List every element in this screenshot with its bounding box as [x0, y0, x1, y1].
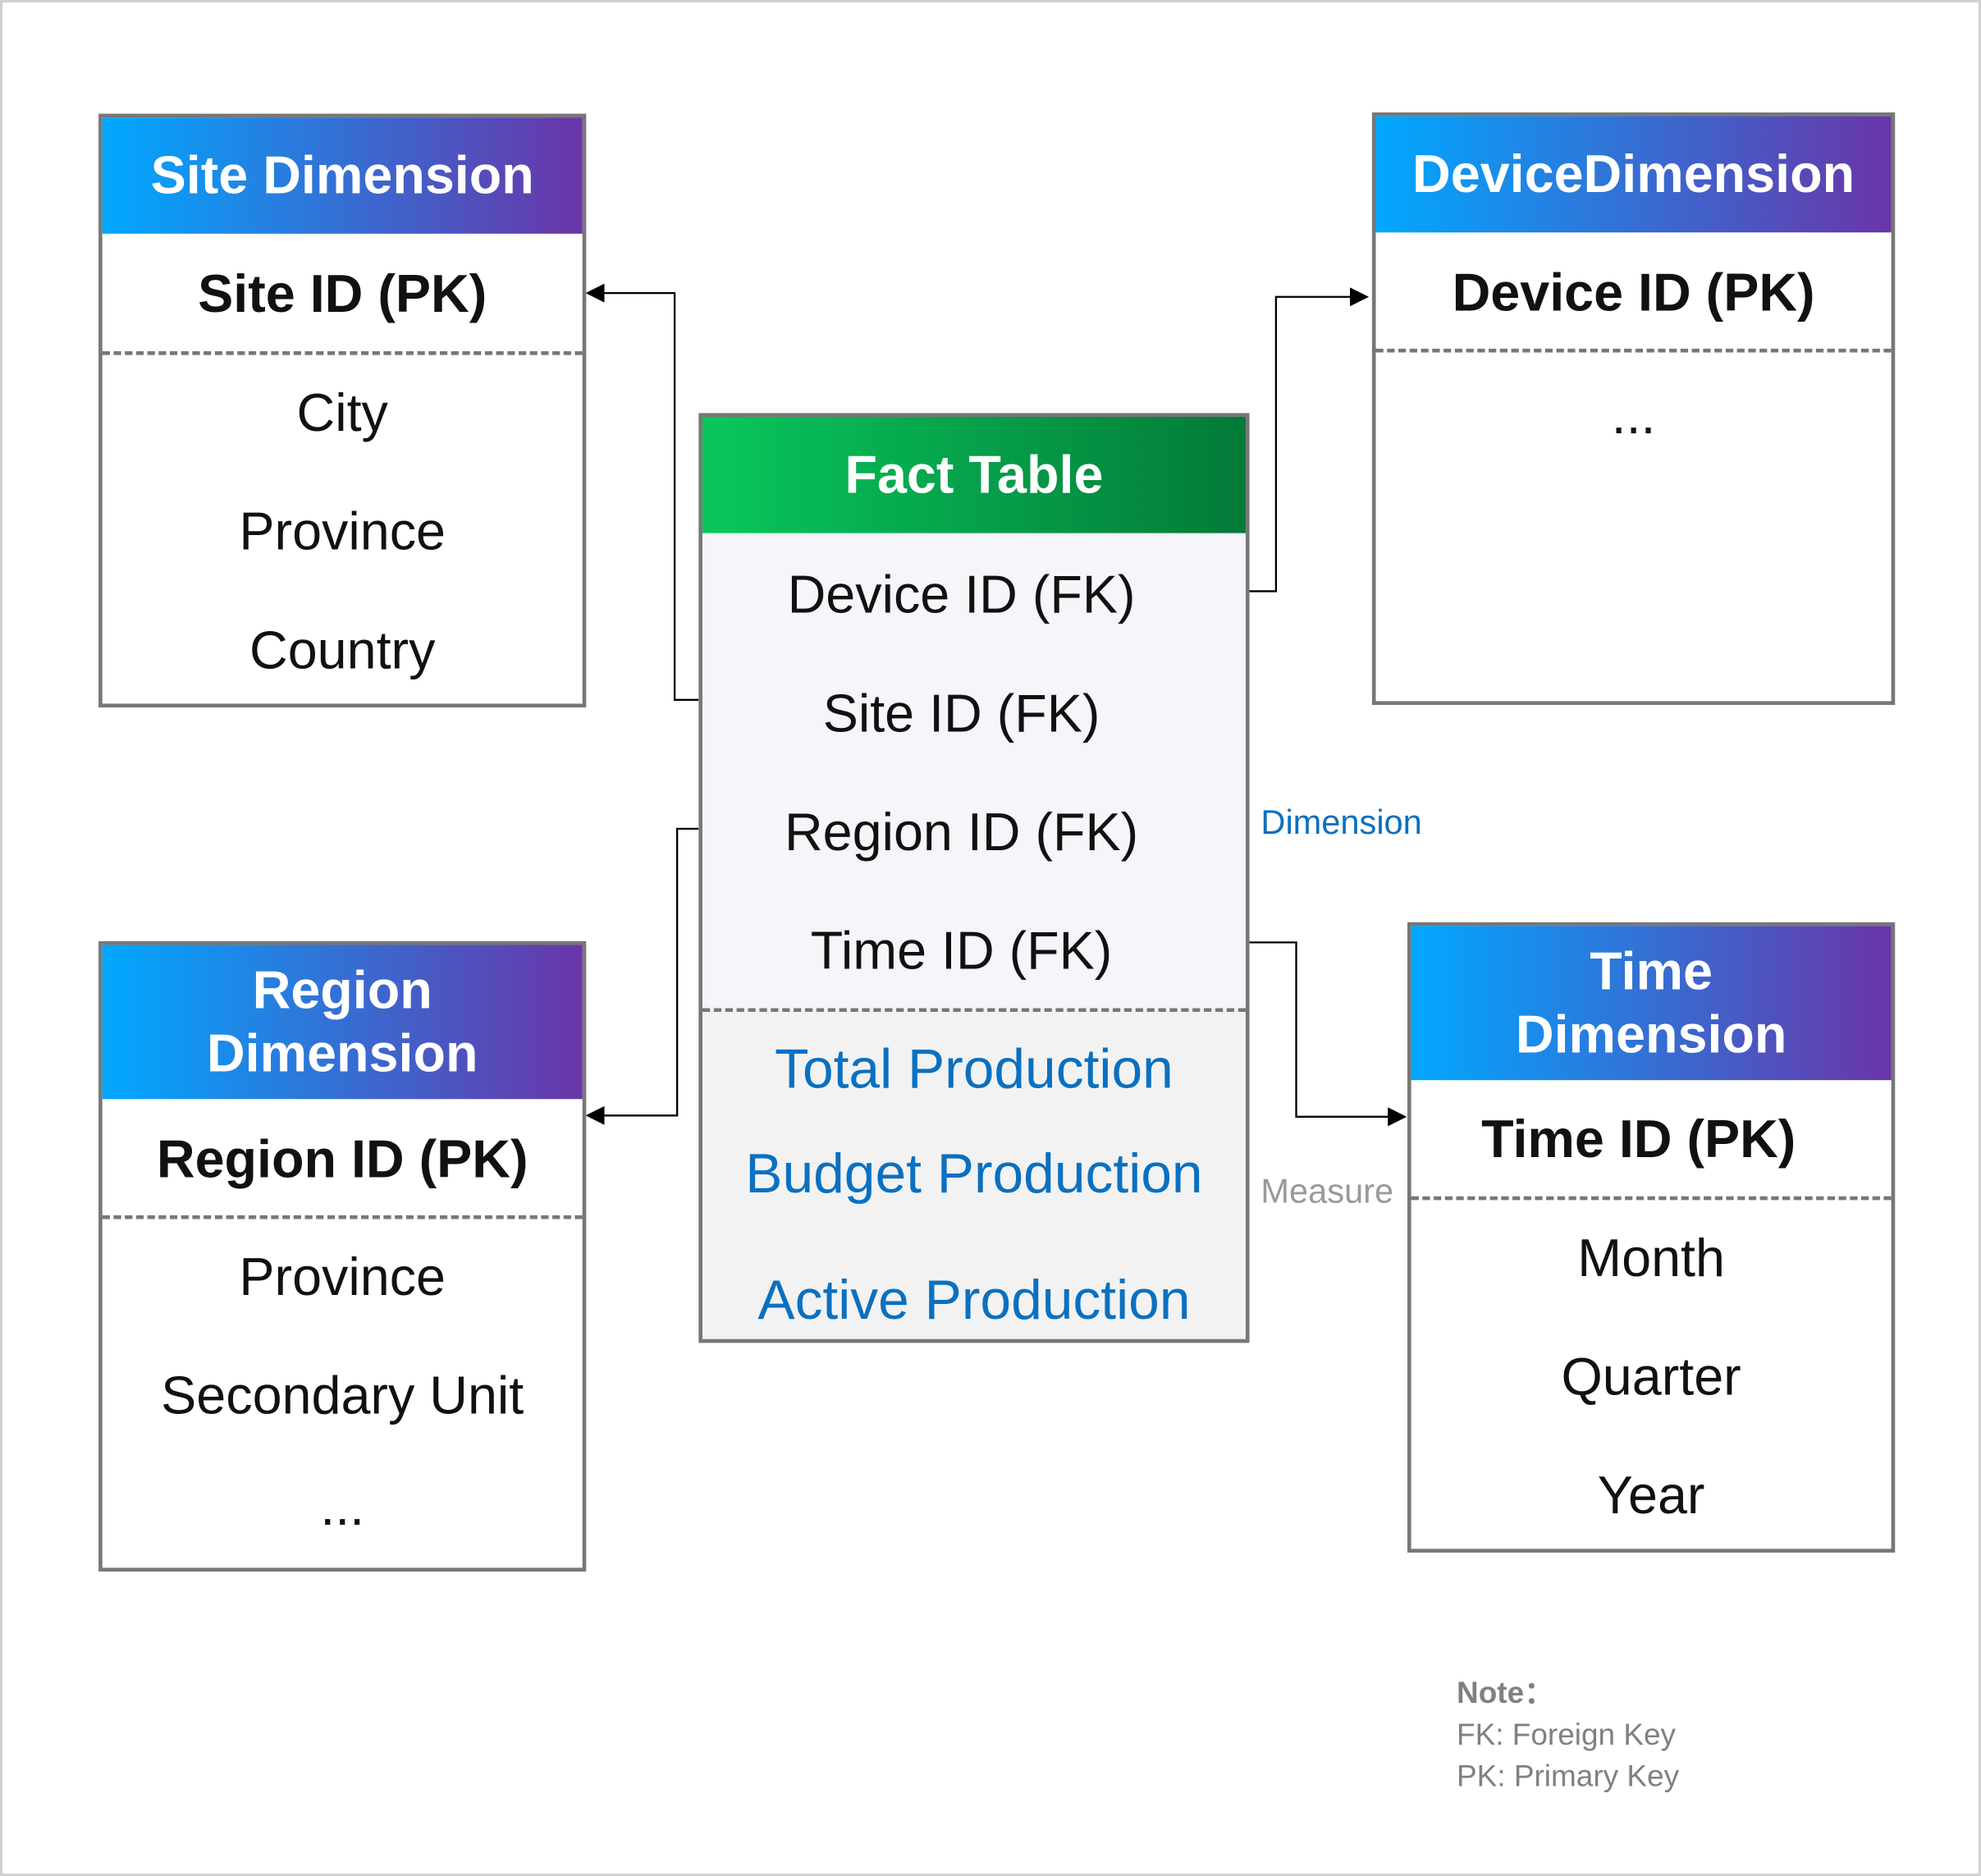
divider	[1375, 348, 1892, 353]
connector-site	[585, 283, 699, 701]
measure: Budget Production	[745, 1143, 1203, 1206]
table-header: Time Dimension	[1411, 926, 1892, 1081]
fact-table: Fact Table Device ID (FK) Site ID (FK) R…	[698, 413, 1250, 1343]
primary-key: Site ID (PK)	[198, 263, 487, 324]
table-header: Region Dimension	[102, 945, 583, 1100]
primary-key: Region ID (PK)	[156, 1129, 528, 1189]
region-dimension-table: Region Dimension Region ID (PK) Province…	[98, 940, 587, 1572]
foreign-key: Site ID (FK)	[822, 683, 1100, 744]
attribute: City	[296, 382, 388, 442]
table-header: Fact Table	[702, 417, 1246, 533]
divider	[102, 350, 583, 355]
attribute: Month	[1577, 1228, 1725, 1288]
note: Note： FK: Foreign Key PK: Primary Key	[1457, 1672, 1679, 1797]
dimension-label: Dimension	[1260, 803, 1422, 842]
foreign-key: Time ID (FK)	[810, 921, 1113, 981]
attribute: ...	[320, 1476, 365, 1536]
table-header: DeviceDimension	[1375, 116, 1892, 233]
divider	[102, 1215, 583, 1219]
attribute: Secondary Unit	[161, 1366, 524, 1425]
table-header: Site Dimension	[102, 117, 583, 234]
divider	[1411, 1196, 1892, 1201]
attribute: ...	[1611, 385, 1656, 445]
foreign-key: Region ID (FK)	[784, 802, 1139, 862]
measure: Active Production	[757, 1270, 1191, 1332]
primary-key: Device ID (PK)	[1452, 263, 1815, 323]
connector-device	[1248, 287, 1370, 593]
attribute: Quarter	[1561, 1347, 1741, 1407]
note-line: FK: Foreign Key	[1457, 1718, 1677, 1753]
note-line: PK: Primary Key	[1457, 1759, 1680, 1794]
measure-label: Measure	[1260, 1172, 1394, 1210]
attribute: Year	[1597, 1465, 1705, 1526]
time-dimension-table: Time Dimension Time ID (PK) Month Quarte…	[1407, 922, 1896, 1553]
foreign-key: Device ID (FK)	[787, 565, 1136, 625]
site-dimension-table: Site Dimension Site ID (PK) City Provinc…	[98, 113, 587, 708]
attribute: Province	[239, 501, 446, 561]
attribute: Province	[239, 1247, 446, 1306]
device-dimension-table: DeviceDimension Device ID (PK) ...	[1371, 112, 1896, 705]
note-title: Note：	[1457, 1676, 1555, 1711]
divider	[702, 1008, 1246, 1013]
primary-key: Time ID (PK)	[1481, 1109, 1796, 1169]
measure: Total Production	[775, 1038, 1174, 1100]
attribute: Country	[249, 620, 436, 680]
connector-time	[1248, 941, 1407, 1127]
